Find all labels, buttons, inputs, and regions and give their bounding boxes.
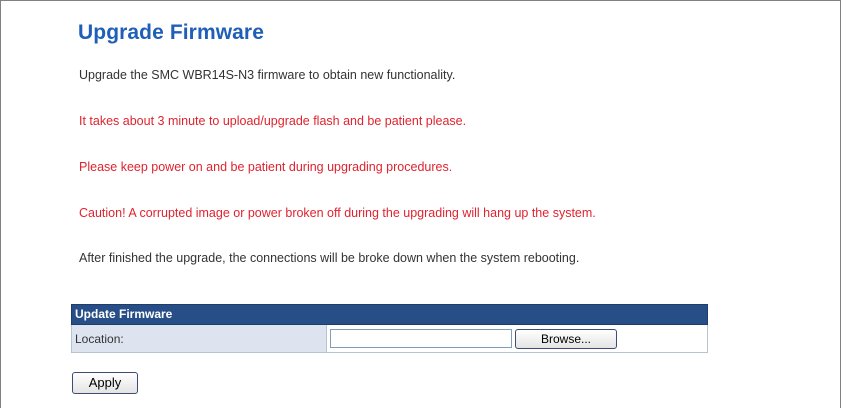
reboot-note: After finished the upgrade, the connecti… — [79, 251, 580, 265]
browse-button[interactable]: Browse... — [515, 328, 617, 349]
apply-button[interactable]: Apply — [72, 372, 138, 394]
update-firmware-table: Update Firmware Location: Browse... — [71, 304, 708, 353]
table-header-row: Update Firmware — [71, 304, 708, 325]
location-input-cell: Browse... — [326, 324, 708, 353]
location-label: Location: — [71, 324, 327, 353]
page-title: Upgrade Firmware — [78, 21, 264, 44]
location-row: Location: Browse... — [71, 324, 708, 353]
intro-text: Upgrade the SMC WBR14S-N3 firmware to ob… — [79, 68, 456, 82]
content-frame: Upgrade Firmware Upgrade the SMC WBR14S-… — [0, 0, 841, 408]
update-firmware-header: Update Firmware — [71, 304, 708, 325]
caution-warning: Caution! A corrupted image or power brok… — [79, 206, 596, 220]
power-warning: Please keep power on and be patient duri… — [79, 160, 453, 174]
firmware-file-input[interactable] — [330, 329, 512, 348]
upload-time-warning: It takes about 3 minute to upload/upgrad… — [79, 114, 467, 128]
